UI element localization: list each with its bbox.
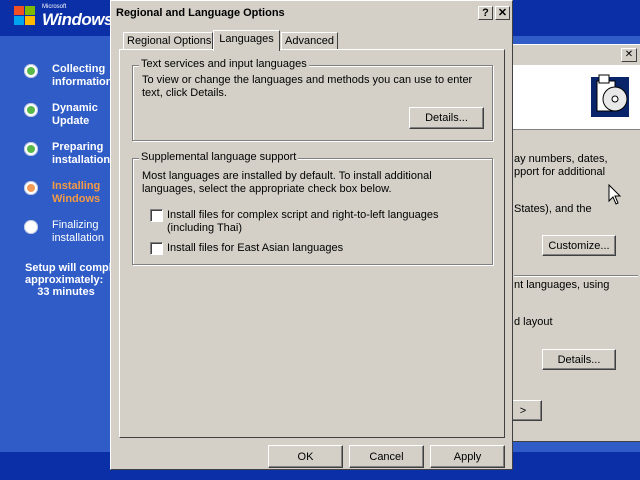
apply-button[interactable]: Apply [430,445,505,468]
customize-button[interactable]: Customize... [542,235,616,256]
setup-step-label: Preparing installation [52,141,111,166]
complex-script-label[interactable]: Install files for complex script and rig… [167,209,485,235]
step-complete-icon [24,103,38,117]
help-icon[interactable]: ? [478,6,493,20]
tab-languages[interactable]: Languages [213,30,280,51]
supplemental-legend: Supplemental language support [139,151,299,163]
step-complete-icon [24,142,38,156]
windows-logo: Microsoft Windows [14,4,114,34]
close-icon[interactable]: ✕ [621,48,637,62]
complex-script-checkbox[interactable] [150,209,163,222]
close-icon[interactable]: ✕ [495,6,510,20]
step-active-icon [24,181,38,195]
background-window-divider [514,275,638,277]
cancel-button[interactable]: Cancel [349,445,424,468]
setup-steps-panel: Collecting information Dynamic Update Pr… [0,36,113,452]
ok-button[interactable]: OK [268,445,343,468]
tab-regional-options[interactable]: Regional Options [123,32,213,50]
background-customize-window: ✕ ay numbers, dates, pport for additiona… [504,44,640,442]
background-window-text: pport for additional [514,166,606,178]
text-services-details-button[interactable]: Details... [409,107,484,129]
background-window-text: ay numbers, dates, [514,153,608,165]
east-asian-checkbox[interactable] [150,242,163,255]
text-services-group: Text services and input languages To vie… [132,58,493,141]
step-pending-icon [24,220,38,234]
background-details-button[interactable]: Details... [542,349,616,370]
background-window-text: d layout [514,316,553,328]
step-complete-icon [24,64,38,78]
text-services-legend: Text services and input languages [139,58,309,70]
dialog-titlebar[interactable]: Regional and Language Options ? ✕ [113,3,510,23]
setup-step-label: Finalizing installation [52,219,104,244]
background-window-titlebar: ✕ [506,45,640,65]
tab-advanced[interactable]: Advanced [281,32,338,50]
regional-settings-icon [585,71,635,121]
text-services-description: To view or change the languages and meth… [142,74,473,99]
setup-step-label: Collecting information [52,63,113,88]
mouse-pointer-icon [608,184,622,205]
regional-language-dialog: Regional and Language Options ? ✕ Region… [110,0,513,470]
background-window-text: nt languages, using [514,279,610,291]
supplemental-description: Most languages are installed by default.… [142,170,432,195]
supplemental-language-group: Supplemental language support Most langu… [132,151,493,265]
windows-flag-icon [14,6,38,28]
dialog-title: Regional and Language Options [116,7,285,19]
setup-step-label: Installing Windows [52,180,101,205]
background-window-text: States), and the [514,203,592,215]
setup-time-estimate: Setup will complete in approximately: 33… [25,262,120,298]
languages-tab-panel: Text services and input languages To vie… [119,49,505,438]
setup-step-label: Dynamic Update [52,102,98,127]
east-asian-label[interactable]: Install files for East Asian languages [167,242,485,255]
logo-windows-text: Windows [42,10,113,29]
